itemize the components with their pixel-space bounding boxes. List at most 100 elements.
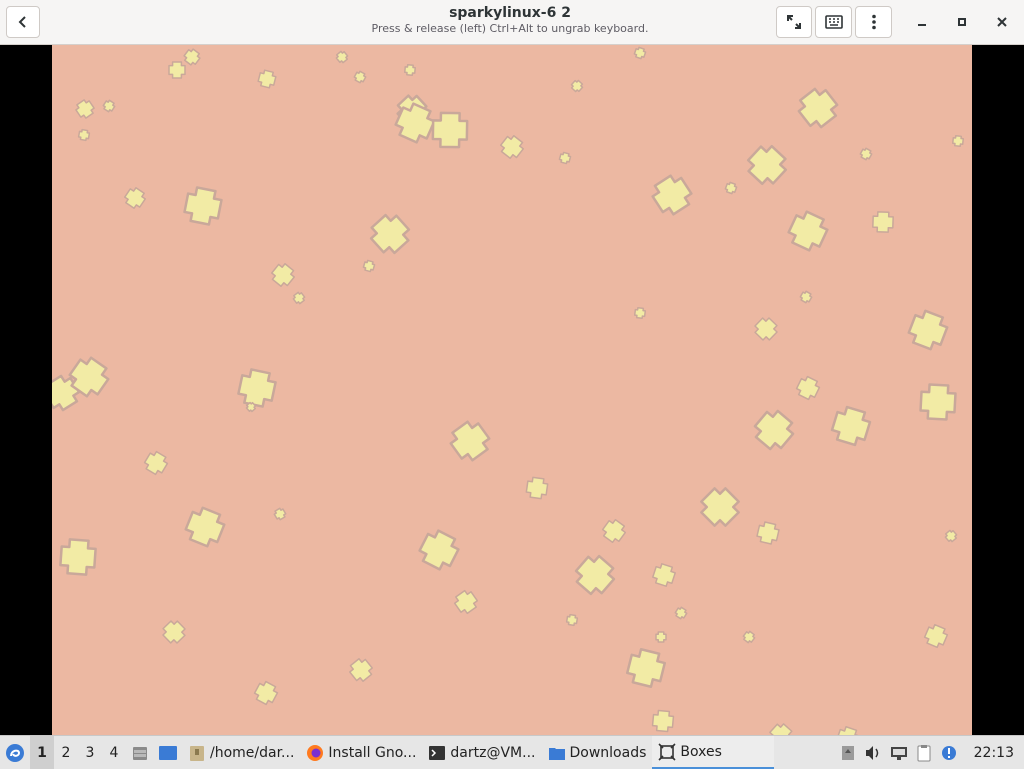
- wallpaper-star: [565, 613, 579, 627]
- keyboard-icon: [824, 15, 843, 29]
- workspace-2[interactable]: 2: [54, 736, 78, 769]
- task-home-folder[interactable]: /home/dar...: [182, 736, 300, 769]
- wallpaper-star: [753, 409, 795, 451]
- guest-taskbar: 1 2 3 4 /home/dar... Install Gno... dart…: [0, 735, 1024, 769]
- clock[interactable]: 22:13: [966, 745, 1018, 761]
- task-boxes[interactable]: Boxes: [652, 736, 775, 769]
- boxes-icon: [658, 742, 676, 761]
- wallpaper-star: [625, 647, 667, 689]
- updates-icon[interactable]: [840, 745, 856, 761]
- wallpaper-star: [944, 529, 958, 543]
- wallpaper-star: [700, 487, 740, 527]
- folder-icon: [548, 747, 565, 760]
- menu-button[interactable]: [855, 6, 892, 38]
- wallpaper-star: [183, 48, 201, 66]
- wallpaper-star: [77, 128, 91, 142]
- wallpaper-star: [907, 309, 949, 351]
- wallpaper-star: [633, 306, 647, 320]
- wallpaper-star: [525, 476, 549, 500]
- wallpaper-star: [797, 87, 839, 129]
- wallpaper-star: [633, 46, 647, 60]
- wallpaper-star: [183, 186, 223, 226]
- task-label: Boxes: [680, 743, 722, 760]
- clipboard-icon[interactable]: [916, 744, 932, 762]
- wallpaper-star: [143, 450, 169, 476]
- vm-display[interactable]: [0, 45, 1024, 735]
- wallpaper-star: [431, 111, 469, 149]
- wallpaper-star: [168, 61, 186, 79]
- wallpaper-star: [237, 368, 277, 408]
- desktop-icon: [159, 745, 177, 760]
- wallpaper-star: [769, 723, 793, 735]
- maximize-icon: [958, 18, 966, 26]
- wallpaper-star: [674, 606, 688, 620]
- notification-icon[interactable]: [940, 744, 958, 762]
- wallpaper-star: [919, 383, 957, 421]
- wallpaper-star: [574, 554, 616, 596]
- wallpaper-star: [353, 70, 367, 84]
- network-icon[interactable]: [890, 745, 908, 761]
- workspace-4[interactable]: 4: [102, 736, 126, 769]
- workspace-3[interactable]: 3: [78, 736, 102, 769]
- wallpaper-star: [418, 529, 460, 571]
- app-menu-button[interactable]: [0, 736, 30, 769]
- wallpaper-star: [369, 213, 411, 255]
- menu-icon: [871, 14, 876, 30]
- wallpaper-star: [257, 69, 277, 89]
- wallpaper-star: [836, 726, 860, 735]
- back-button[interactable]: [6, 6, 40, 38]
- wallpaper-star: [859, 147, 873, 161]
- task-downloads[interactable]: Downloads: [542, 736, 653, 769]
- wallpaper-star: [742, 630, 756, 644]
- wallpaper-star: [292, 291, 306, 305]
- file-manager-launcher[interactable]: [126, 736, 154, 769]
- window-header: sparkylinux-6 2 Press & release (left) C…: [0, 0, 1024, 45]
- wallpaper-star: [404, 64, 416, 76]
- wallpaper-star: [830, 405, 872, 447]
- wallpaper-star: [124, 187, 146, 209]
- minimize-button[interactable]: [910, 12, 934, 32]
- wallpaper-star: [799, 290, 813, 304]
- volume-icon[interactable]: [864, 745, 882, 761]
- task-label: Downloads: [569, 744, 647, 761]
- window-title: sparkylinux-6 2: [449, 5, 571, 21]
- task-firefox[interactable]: Install Gno...: [300, 736, 422, 769]
- wallpaper-star: [162, 620, 186, 644]
- wallpaper-star: [601, 518, 627, 544]
- folder-icon: [190, 745, 204, 761]
- task-label: Install Gno...: [328, 744, 417, 761]
- wallpaper-star: [558, 151, 572, 165]
- wallpaper-star: [102, 99, 116, 113]
- task-terminal[interactable]: dartz@VM...: [422, 736, 541, 769]
- wallpaper-star: [335, 50, 349, 64]
- wallpaper-star: [449, 420, 491, 462]
- close-button[interactable]: [990, 12, 1014, 32]
- wallpaper-star: [754, 317, 778, 341]
- close-icon: [997, 17, 1007, 27]
- back-icon: [18, 16, 26, 28]
- wallpaper-star: [923, 623, 949, 649]
- wallpaper-star: [59, 538, 97, 576]
- fullscreen-icon: [787, 15, 801, 29]
- file-manager-icon: [133, 746, 147, 760]
- wallpaper-star: [453, 589, 479, 615]
- fullscreen-button[interactable]: [776, 6, 812, 38]
- wallpaper-star: [652, 563, 676, 587]
- wallpaper-star: [349, 658, 373, 682]
- show-desktop-button[interactable]: [154, 736, 182, 769]
- wallpaper-star: [746, 144, 788, 186]
- terminal-icon: [429, 745, 446, 760]
- minimize-icon: [918, 24, 926, 26]
- wallpaper-star: [787, 210, 829, 252]
- keyboard-button[interactable]: [815, 6, 852, 38]
- wallpaper-star: [724, 181, 738, 195]
- system-tray: 22:13: [840, 744, 1024, 762]
- wallpaper-star: [951, 134, 965, 148]
- wallpaper-star: [872, 211, 894, 233]
- guest-desktop-wallpaper[interactable]: [52, 45, 972, 735]
- maximize-button[interactable]: [950, 12, 974, 32]
- wallpaper-star: [499, 134, 525, 160]
- wallpaper-star: [75, 99, 95, 119]
- workspace-1[interactable]: 1: [30, 736, 54, 769]
- wallpaper-star: [655, 631, 667, 643]
